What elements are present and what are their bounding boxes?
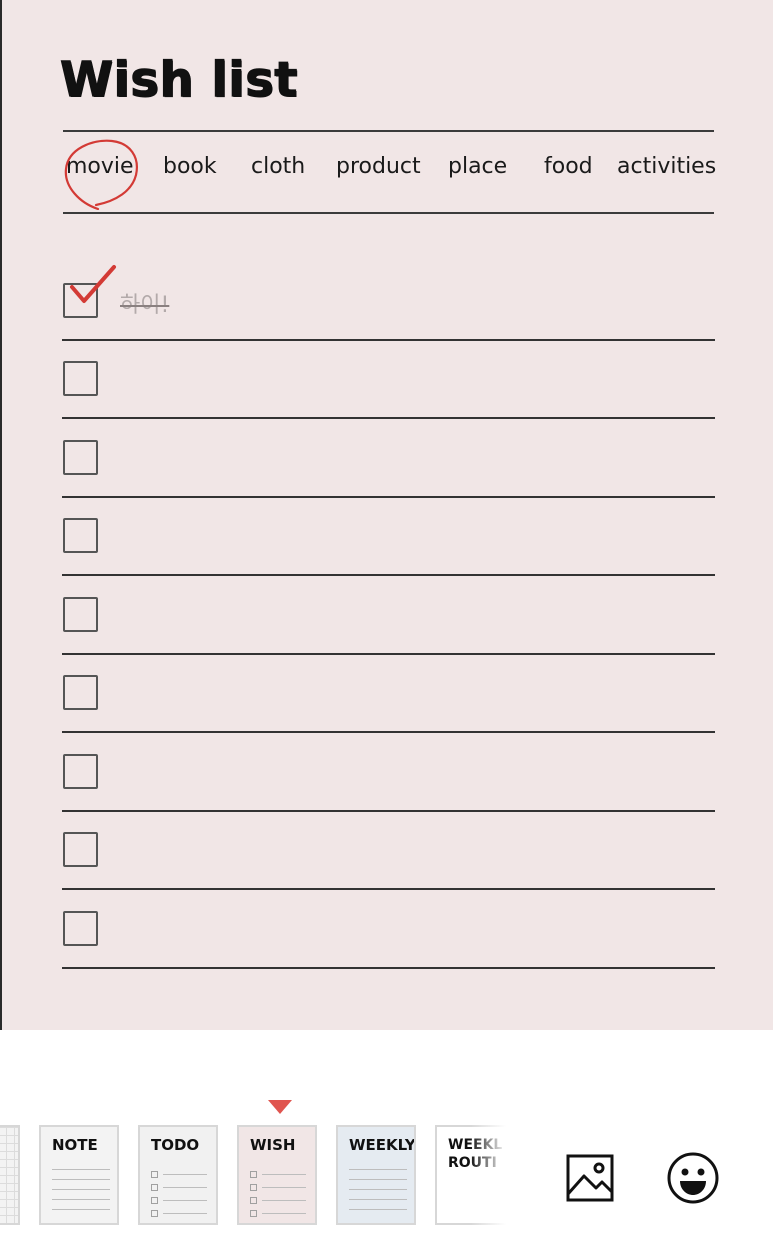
- item-checkbox[interactable]: [63, 361, 98, 396]
- template-label: WEEKLY: [349, 1136, 416, 1154]
- item-checkbox-checked[interactable]: [63, 283, 98, 318]
- item-checkbox[interactable]: [63, 754, 98, 789]
- list-item: [62, 420, 715, 498]
- selected-template-arrow-icon: [268, 1100, 292, 1114]
- template-toolbar: NOTE TODO WISH WEEKLY WEEKL ROUTI: [0, 1030, 773, 1251]
- template-thumb-weekly-routine[interactable]: WEEKL ROUTI: [435, 1125, 515, 1225]
- item-checkbox[interactable]: [63, 832, 98, 867]
- list-item: 하이!: [62, 263, 715, 341]
- template-label: WISH: [250, 1136, 296, 1154]
- row-divider: [62, 574, 715, 576]
- tab-movie[interactable]: movie: [66, 154, 134, 179]
- list-item: [62, 812, 715, 890]
- item-checkbox[interactable]: [63, 518, 98, 553]
- list-item: [62, 577, 715, 655]
- weekly-lines-icon: [349, 1169, 407, 1219]
- tab-food[interactable]: food: [544, 154, 593, 179]
- list-item: [62, 891, 715, 969]
- row-divider: [62, 731, 715, 733]
- template-thumb-wish[interactable]: WISH: [237, 1125, 317, 1225]
- item-text[interactable]: 하이!: [120, 287, 169, 319]
- emoji-icon[interactable]: [665, 1150, 721, 1206]
- tab-book[interactable]: book: [163, 154, 217, 179]
- row-divider: [62, 967, 715, 969]
- template-thumb-note[interactable]: NOTE: [39, 1125, 119, 1225]
- list-item: [62, 498, 715, 576]
- tab-place[interactable]: place: [448, 154, 507, 179]
- template-label: WEEKL ROUTI: [448, 1137, 503, 1171]
- tab-cloth[interactable]: cloth: [251, 154, 305, 179]
- wish-list-screen: Wish list movie book cloth product place…: [0, 0, 773, 1251]
- item-checkbox[interactable]: [63, 597, 98, 632]
- note-lines-icon: [52, 1169, 110, 1219]
- category-bottom-rule: [63, 212, 714, 214]
- item-checkbox[interactable]: [63, 911, 98, 946]
- list-item: [62, 341, 715, 419]
- template-label: NOTE: [52, 1136, 98, 1154]
- wish-checklist-icon: [250, 1169, 308, 1221]
- template-thumb-grid-partial[interactable]: [0, 1125, 20, 1225]
- template-thumb-weekly[interactable]: WEEKLY: [336, 1125, 416, 1225]
- item-checkbox[interactable]: [63, 440, 98, 475]
- todo-checklist-icon: [151, 1169, 209, 1221]
- list-item: [62, 655, 715, 733]
- template-thumb-todo[interactable]: TODO: [138, 1125, 218, 1225]
- template-label: TODO: [151, 1136, 200, 1154]
- tab-product[interactable]: product: [336, 154, 421, 179]
- item-checkbox[interactable]: [63, 675, 98, 710]
- image-icon[interactable]: [562, 1150, 618, 1206]
- list-item: [62, 734, 715, 812]
- page-title: Wish list: [59, 51, 298, 108]
- category-tabs: movie book cloth product place food acti…: [0, 154, 773, 194]
- category-top-rule: [63, 130, 714, 132]
- row-divider: [62, 417, 715, 419]
- tab-activities[interactable]: activities: [617, 154, 716, 179]
- row-divider: [62, 888, 715, 890]
